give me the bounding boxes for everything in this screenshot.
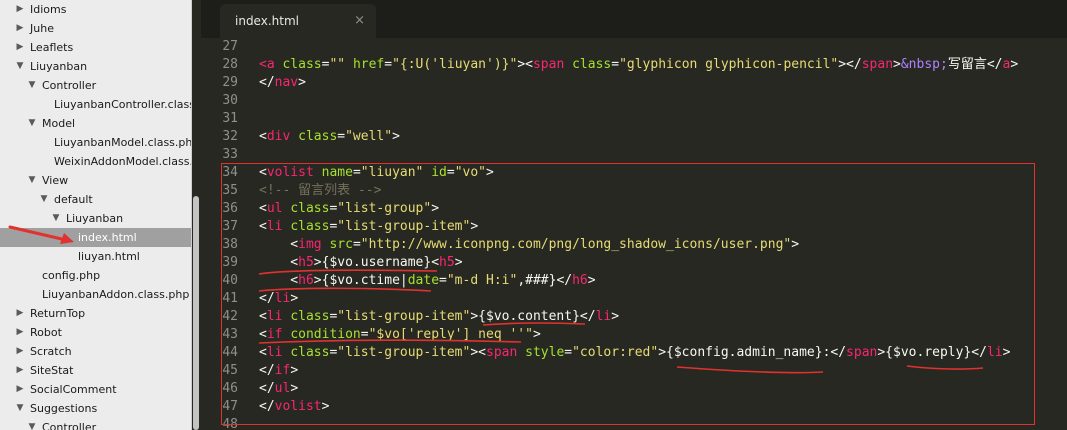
collapsed-arrow-icon[interactable]: ▶ xyxy=(15,361,25,380)
annotation-arrow-icon xyxy=(8,225,74,244)
tree-item-label: Controller xyxy=(42,421,97,430)
tree-item-model[interactable]: ▼ Model xyxy=(0,114,191,133)
tree-item-liuyanban[interactable]: ▼ Liuyanban xyxy=(0,57,191,76)
tree-item-label: index.html xyxy=(78,231,137,244)
tree-file-liuyanbancontroller[interactable]: LiuyanbanController.class.p xyxy=(0,95,191,114)
expanded-arrow-icon[interactable]: ▼ xyxy=(15,57,25,76)
expanded-arrow-icon[interactable]: ▼ xyxy=(27,114,37,133)
tab-index-html[interactable]: index.html × xyxy=(220,4,376,38)
tree-item-suggestions[interactable]: ▼ Suggestions xyxy=(0,399,191,418)
annotation-underline xyxy=(258,269,438,275)
collapsed-arrow-icon[interactable]: ▶ xyxy=(15,304,25,323)
tree-item-label: SocialComment xyxy=(30,383,117,396)
tree-item-sitestat[interactable]: ▶ SiteStat xyxy=(0,361,191,380)
annotation-underline xyxy=(258,287,432,292)
tree-item-label: LiuyanbanModel.class.php xyxy=(54,136,192,149)
tree-item-label: Juhe xyxy=(30,22,54,35)
file-tree-sidebar: ▶ Idioms ▶ Juhe ▶ Leaflets ▼ Liuyanban ▼… xyxy=(0,0,192,430)
tab-title: index.html xyxy=(235,14,299,28)
tree-file-liuyan-html[interactable]: liuyan.html xyxy=(0,247,191,266)
tree-item-label: Model xyxy=(42,117,76,130)
tree-item-controller-suggestions[interactable]: ▼ Controller xyxy=(0,418,191,430)
tree-item-label: config.php xyxy=(42,269,101,282)
annotation-underline xyxy=(676,366,824,374)
tree-item-label: Controller xyxy=(42,79,97,92)
tree-item-label: View xyxy=(42,174,69,187)
code-editor[interactable]: 27 28 29 30 31 32 33 34 35 36 37 38 39 40 41 42 43 44 45 46… xyxy=(201,38,1067,430)
tree-item-label: SiteStat xyxy=(30,364,74,377)
annotation-underlines xyxy=(258,269,984,374)
collapsed-arrow-icon[interactable]: ▶ xyxy=(15,380,25,399)
tree-file-liuyanbanaddon[interactable]: LiuyanbanAddon.class.php xyxy=(0,285,191,304)
tree-item-scratch[interactable]: ▶ Scratch xyxy=(0,342,191,361)
tree-item-socialcomment[interactable]: ▶ SocialComment xyxy=(0,380,191,399)
tree-file-liuyanbanmodel[interactable]: LiuyanbanModel.class.php xyxy=(0,133,191,152)
collapsed-arrow-icon[interactable]: ▶ xyxy=(15,342,25,361)
tree-item-label: Liuyanban xyxy=(30,60,88,73)
tree-item-robot[interactable]: ▶ Robot xyxy=(0,323,191,342)
collapsed-arrow-icon[interactable]: ▶ xyxy=(15,38,25,57)
expanded-arrow-icon[interactable]: ▼ xyxy=(27,76,37,95)
tree-item-label: ReturnTop xyxy=(30,307,86,320)
tree-item-label: WeixinAddonModel.class.p xyxy=(54,155,192,168)
tree-item-idioms[interactable]: ▶ Idioms xyxy=(0,0,191,19)
tree-item-label: liuyan.html xyxy=(78,250,140,263)
tree-item-label: Robot xyxy=(30,326,62,339)
tree-item-leaflets[interactable]: ▶ Leaflets xyxy=(0,38,191,57)
annotation-underline xyxy=(906,365,984,370)
tree-item-view[interactable]: ▼ View xyxy=(0,171,191,190)
collapsed-arrow-icon[interactable]: ▶ xyxy=(15,19,25,38)
annotation-underline xyxy=(482,322,586,326)
tree-item-label: Idioms xyxy=(30,3,67,16)
tree-item-label: Leaflets xyxy=(30,41,74,54)
tree-item-label: Suggestions xyxy=(30,402,98,415)
expanded-arrow-icon[interactable]: ▼ xyxy=(39,190,49,209)
tree-item-default[interactable]: ▼ default xyxy=(0,190,191,209)
expanded-arrow-icon[interactable]: ▼ xyxy=(27,418,37,430)
tree-file-weixinaddonmodel[interactable]: WeixinAddonModel.class.p xyxy=(0,152,191,171)
tree-item-label: default xyxy=(54,193,93,206)
tree-item-juhe[interactable]: ▶ Juhe xyxy=(0,19,191,38)
tree-item-controller[interactable]: ▼ Controller xyxy=(0,76,191,95)
tab-bar: index.html × xyxy=(201,0,1067,38)
annotation-underline xyxy=(258,339,522,344)
tree-item-label: LiuyanbanController.class.p xyxy=(54,98,192,111)
tree-item-returntop[interactable]: ▶ ReturnTop xyxy=(0,304,191,323)
close-icon[interactable]: × xyxy=(354,13,365,28)
tree-file-config-php[interactable]: config.php xyxy=(0,266,191,285)
sidebar-scrollbar[interactable] xyxy=(193,196,199,430)
collapsed-arrow-icon[interactable]: ▶ xyxy=(15,0,25,19)
expanded-arrow-icon[interactable]: ▼ xyxy=(27,171,37,190)
collapsed-arrow-icon[interactable]: ▶ xyxy=(15,323,25,342)
tree-item-label: Scratch xyxy=(30,345,72,358)
expanded-arrow-icon[interactable]: ▼ xyxy=(15,399,25,418)
tree-item-label: LiuyanbanAddon.class.php xyxy=(42,288,190,301)
